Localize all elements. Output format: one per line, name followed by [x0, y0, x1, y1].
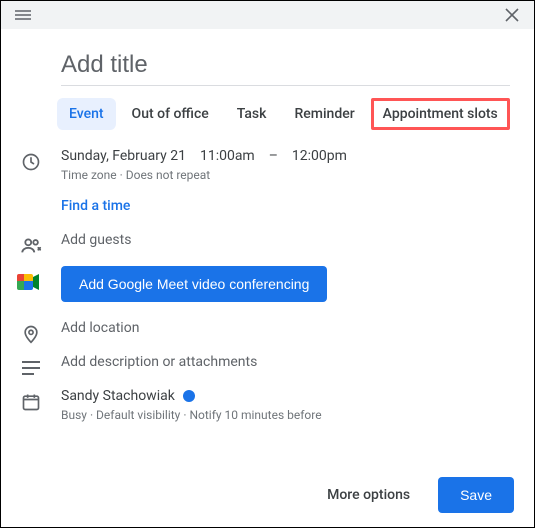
event-type-tabs: Event Out of office Task Reminder Appoin… — [57, 98, 510, 130]
add-description-field[interactable]: Add description or attachments — [61, 354, 257, 370]
calendar-owner[interactable]: Sandy Stachowiak — [61, 388, 175, 404]
add-guests-field[interactable]: Add guests — [61, 232, 131, 248]
tab-event[interactable]: Event — [57, 98, 116, 130]
tab-reminder[interactable]: Reminder — [282, 98, 366, 130]
topbar — [1, 1, 534, 29]
find-a-time-link[interactable]: Find a time — [61, 198, 130, 214]
add-location-field[interactable]: Add location — [61, 320, 139, 336]
people-icon — [19, 234, 43, 258]
datetime-subtext[interactable]: Time zone · Does not repeat — [61, 168, 510, 182]
add-google-meet-button[interactable]: Add Google Meet video conferencing — [61, 266, 327, 302]
time-separator: – — [269, 148, 278, 164]
drag-handle-icon[interactable] — [11, 3, 35, 27]
tab-task[interactable]: Task — [225, 98, 279, 130]
title-input[interactable] — [61, 45, 510, 86]
calendar-color-dot[interactable] — [183, 390, 195, 402]
google-meet-icon — [17, 272, 41, 292]
event-end-time[interactable]: 12:00pm — [292, 148, 347, 164]
save-button[interactable]: Save — [438, 477, 514, 513]
event-start-time[interactable]: 11:00am — [200, 148, 255, 164]
close-icon[interactable] — [500, 3, 524, 27]
description-icon — [19, 356, 43, 380]
more-options-button[interactable]: More options — [315, 479, 422, 511]
event-date[interactable]: Sunday, February 21 — [61, 148, 186, 164]
tab-appointment-slots[interactable]: Appointment slots — [371, 98, 510, 130]
clock-icon — [19, 150, 43, 174]
calendar-icon — [19, 390, 43, 414]
datetime-row[interactable]: Sunday, February 21 11:00am – 12:00pm — [61, 148, 510, 164]
footer-actions: More options Save — [315, 477, 514, 513]
tab-out-of-office[interactable]: Out of office — [120, 98, 221, 130]
location-icon — [19, 322, 43, 346]
calendar-subtext[interactable]: Busy · Default visibility · Notify 10 mi… — [61, 408, 510, 422]
